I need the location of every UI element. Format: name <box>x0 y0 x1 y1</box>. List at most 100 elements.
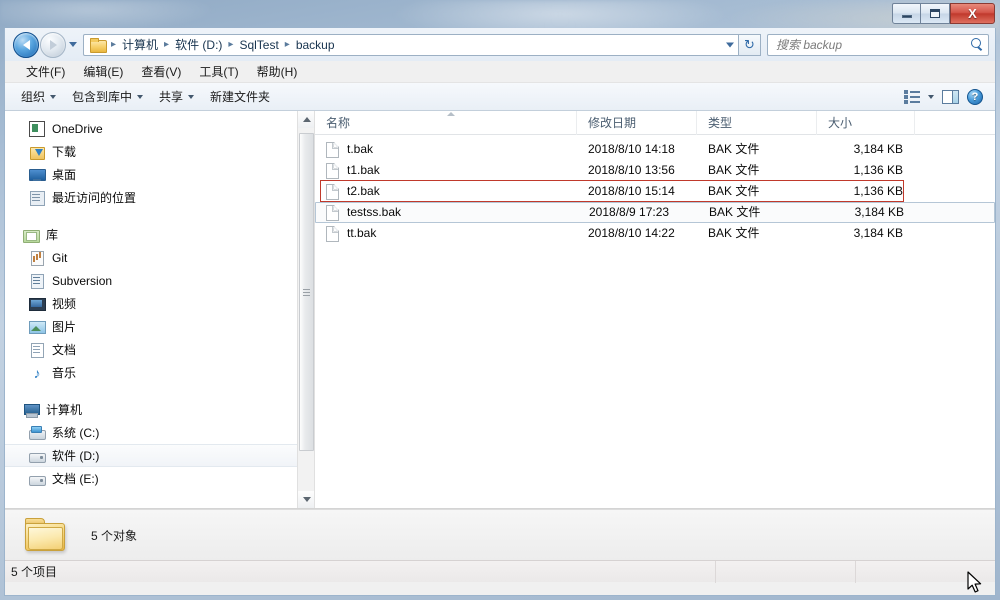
menu-item-edit[interactable]: 编辑(E) <box>74 61 132 82</box>
column-header-date[interactable]: 修改日期 <box>577 111 697 135</box>
refresh-icon: ↻ <box>744 36 755 52</box>
history-dropdown-button[interactable] <box>66 32 79 58</box>
sidebar-item-9[interactable]: 文档 <box>5 338 314 361</box>
breadcrumb-dropdown-icon[interactable] <box>726 42 734 47</box>
chevron-down-icon <box>137 94 144 99</box>
status-item-count: 5 个项目 <box>11 565 58 579</box>
table-row[interactable]: tt.bak 2018/8/10 14:22 BAK 文件 3,184 KB <box>315 223 995 244</box>
toolbar-organize-button[interactable]: 组织 <box>13 85 64 108</box>
file-name-cell: t.bak <box>315 139 577 160</box>
file-name-label: t.bak <box>347 142 374 156</box>
back-button[interactable] <box>13 31 39 58</box>
chevron-down-icon <box>188 94 195 99</box>
sidebar-item-label: 系统 (C:) <box>52 426 100 440</box>
scroll-down-button[interactable] <box>298 491 314 508</box>
onedrive-icon <box>29 120 45 137</box>
table-row[interactable]: t1.bak 2018/8/10 13:56 BAK 文件 1,136 KB <box>315 160 995 181</box>
file-date-cell: 2018/8/10 14:22 <box>588 226 675 240</box>
navigation-pane: OneDrive 下载 桌面 最近访问的位置库 Git Subversion 视频图片文档 ♪… <box>5 111 315 508</box>
preview-pane-button[interactable] <box>938 88 963 106</box>
documents-icon <box>29 342 45 358</box>
forward-button[interactable] <box>40 31 66 58</box>
maximize-icon <box>930 9 940 18</box>
toolbar-new-folder-button[interactable]: 新建文件夹 <box>202 85 278 108</box>
menu-item-tools[interactable]: 工具(T) <box>190 61 247 82</box>
sidebar-item-6[interactable]: Subversion <box>5 269 314 292</box>
file-name-cell: t2.bak <box>315 181 577 202</box>
toolbar-include-in-library-label: 包含到库中 <box>72 90 133 104</box>
breadcrumb-separator: ▸ <box>284 39 290 50</box>
sidebar-item-label: 图片 <box>52 320 77 334</box>
sidebar-item-label: 库 <box>46 228 59 242</box>
breadcrumb-item-sqltest[interactable]: SqlTest <box>236 37 281 53</box>
navigation-scrollbar[interactable] <box>297 111 314 508</box>
column-header-type[interactable]: 类型 <box>697 111 817 135</box>
file-size-cell: 3,184 KB <box>853 226 903 240</box>
sort-indicator-icon <box>447 112 455 116</box>
table-row[interactable]: testss.bak 2018/8/9 17:23 BAK 文件 3,184 KB <box>315 202 995 223</box>
refresh-button[interactable]: ↻ <box>739 33 761 56</box>
file-type-cell: BAK 文件 <box>709 205 761 219</box>
table-row[interactable]: t.bak 2018/8/10 14:18 BAK 文件 3,184 KB <box>315 139 995 160</box>
file-size-cell: 3,184 KB <box>854 205 904 219</box>
table-row[interactable]: t2.bak 2018/8/10 15:14 BAK 文件 1,136 KB <box>315 181 995 202</box>
minimize-icon <box>901 15 912 18</box>
view-mode-button[interactable] <box>900 88 924 105</box>
sidebar-item-10[interactable]: ♪ 音乐 <box>5 361 314 384</box>
breadcrumb-item-drive-d[interactable]: 软件 (D:) <box>172 35 225 54</box>
preview-pane-icon <box>942 89 959 104</box>
sidebar-item-7[interactable]: 视频 <box>5 292 314 315</box>
sidebar-item-8[interactable]: 图片 <box>5 315 314 338</box>
sidebar-item-1[interactable]: 下载 <box>5 140 314 163</box>
sidebar-item-2[interactable]: 桌面 <box>5 163 314 186</box>
file-icon <box>326 183 339 200</box>
maximize-button[interactable] <box>921 3 950 24</box>
sidebar-item-3[interactable]: 最近访问的位置 <box>5 186 314 209</box>
desktop-icon <box>29 167 46 183</box>
status-bar: 5 个项目 <box>5 560 995 583</box>
file-icon <box>326 141 339 158</box>
file-size-cell: 1,136 KB <box>853 163 903 177</box>
file-date-cell: 2018/8/10 14:18 <box>588 142 675 156</box>
scroll-up-button[interactable] <box>298 111 314 128</box>
search-icon <box>971 38 984 51</box>
file-type-cell: BAK 文件 <box>708 163 760 177</box>
chevron-down-icon <box>68 42 77 47</box>
file-name-cell: tt.bak <box>315 223 577 244</box>
breadcrumb-item-computer[interactable]: 计算机 <box>119 35 161 54</box>
minimize-button[interactable] <box>892 3 921 24</box>
recent-places-icon <box>29 190 45 206</box>
sidebar-item-label: 文档 <box>52 343 77 357</box>
scrollbar-thumb[interactable] <box>299 133 314 451</box>
menu-item-file[interactable]: 文件(F) <box>17 61 74 82</box>
drive-icon <box>29 448 46 464</box>
menu-item-help[interactable]: 帮助(H) <box>248 61 307 82</box>
breadcrumb-item-backup[interactable]: backup <box>293 37 338 53</box>
search-input[interactable]: 搜索 backup <box>767 33 989 56</box>
sidebar-item-0[interactable]: OneDrive <box>5 117 314 140</box>
sidebar-item-5[interactable]: Git <box>5 246 314 269</box>
sidebar-item-4[interactable]: 库 <box>5 223 314 246</box>
sidebar-item-14[interactable]: 文档 (E:) <box>5 467 314 490</box>
window-chrome: ▸ 计算机 ▸ 软件 (D:) ▸ SqlTest ▸ backup ↻ 搜索 … <box>4 28 996 596</box>
sidebar-item-13[interactable]: 软件 (D:) <box>5 444 314 467</box>
breadcrumb[interactable]: ▸ 计算机 ▸ 软件 (D:) ▸ SqlTest ▸ backup <box>83 33 739 56</box>
view-mode-dropdown-button[interactable] <box>924 93 938 101</box>
sidebar-item-11[interactable]: 计算机 <box>5 398 314 421</box>
scroll-down-icon <box>302 497 311 502</box>
chevron-down-icon <box>928 94 934 99</box>
toolbar-new-folder-label: 新建文件夹 <box>210 90 271 104</box>
library-icon <box>23 227 40 243</box>
chevron-down-icon <box>50 94 57 99</box>
help-button[interactable]: ? <box>963 87 987 107</box>
sidebar-item-12[interactable]: 系统 (C:) <box>5 421 314 444</box>
column-header-name[interactable]: 名称 <box>315 111 577 135</box>
toolbar-include-in-library-button[interactable]: 包含到库中 <box>64 85 151 108</box>
menu-item-view[interactable]: 查看(V) <box>132 61 190 82</box>
file-name-label: tt.bak <box>347 226 377 240</box>
toolbar-share-button[interactable]: 共享 <box>151 85 202 108</box>
column-header-size[interactable]: 大小 <box>817 111 915 135</box>
close-button[interactable]: X <box>950 3 995 24</box>
file-name-label: t2.bak <box>347 184 380 198</box>
sidebar-item-label: Git <box>52 250 68 265</box>
